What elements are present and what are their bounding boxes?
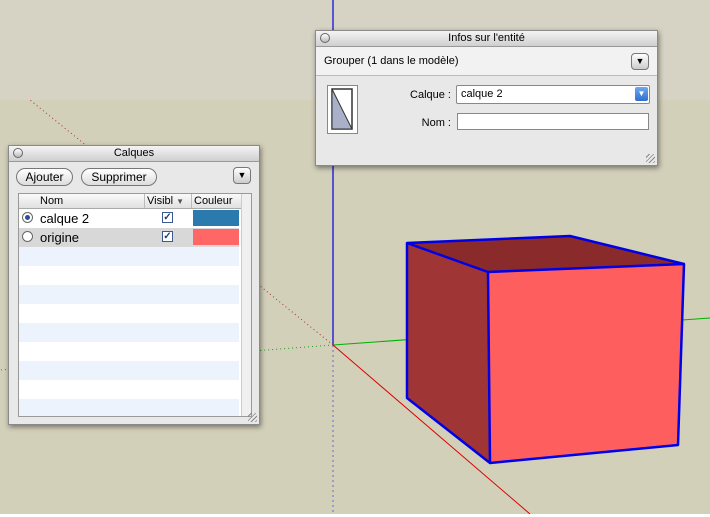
layers-table: Nom Visibl ▼ Couleur calque 2 ✓ origine … [18,193,252,417]
layer-select[interactable]: calque 2 ▼ [456,85,650,104]
empty-row [19,266,239,285]
empty-row [19,323,239,342]
entity-header-text: Grouper (1 dans le modèle) [324,55,459,67]
close-icon[interactable] [320,33,330,43]
active-layer-radio[interactable] [22,231,33,242]
entity-header: Grouper (1 dans le modèle) ▼ [316,47,657,76]
name-label: Nom : [421,117,451,129]
empty-row [19,247,239,266]
layer-label: Calque : [410,89,451,101]
close-icon[interactable] [13,148,23,158]
active-layer-radio[interactable] [22,212,33,223]
empty-row [19,304,239,323]
layer-color-swatch[interactable] [193,210,239,226]
empty-row [19,399,239,416]
chevron-down-icon[interactable]: ▼ [233,167,251,184]
remove-layer-button[interactable]: Supprimer [81,168,157,186]
layer-row-origine[interactable]: origine ✓ [19,228,239,247]
empty-row [19,380,239,399]
empty-row [19,285,239,304]
entity-info-title: Infos sur l'entité [448,32,525,44]
col-header-visible[interactable]: Visibl ▼ [144,194,191,208]
radio-dot-icon [25,215,30,220]
chevron-down-icon[interactable]: ▼ [635,87,648,101]
vertical-scrollbar[interactable] [241,194,251,416]
resize-grip-icon[interactable] [646,154,655,163]
layer-color-swatch[interactable] [193,229,239,245]
visible-checkbox[interactable]: ✓ [162,231,173,242]
col-header-visible-label: Visibl [147,195,174,207]
name-input[interactable] [457,113,649,130]
layers-titlebar[interactable]: Calques [9,146,259,162]
col-header-name[interactable]: Nom [40,195,63,207]
sort-down-icon: ▼ [176,197,185,206]
add-layer-button[interactable]: Ajouter [16,168,73,186]
empty-row [19,361,239,380]
entity-info-panel: Infos sur l'entité Grouper (1 dans le mo… [315,30,658,166]
layer-name[interactable]: origine [40,228,79,247]
table-header: Nom Visibl ▼ Couleur [19,194,241,209]
entity-info-titlebar[interactable]: Infos sur l'entité [316,31,657,47]
resize-grip-icon[interactable] [248,413,257,422]
layer-select-value: calque 2 [461,88,503,100]
layer-name[interactable]: calque 2 [40,209,89,228]
visible-checkbox[interactable]: ✓ [162,212,173,223]
cube-front-face [488,264,684,463]
layer-row-calque-2[interactable]: calque 2 ✓ [19,209,239,228]
group-icon [327,85,358,134]
col-header-color[interactable]: Couleur [191,194,241,208]
chevron-down-icon[interactable]: ▼ [631,53,649,70]
layers-panel: Calques Ajouter Supprimer ▼ Nom Visibl ▼… [8,145,260,425]
empty-row [19,342,239,361]
layers-title: Calques [113,147,155,159]
